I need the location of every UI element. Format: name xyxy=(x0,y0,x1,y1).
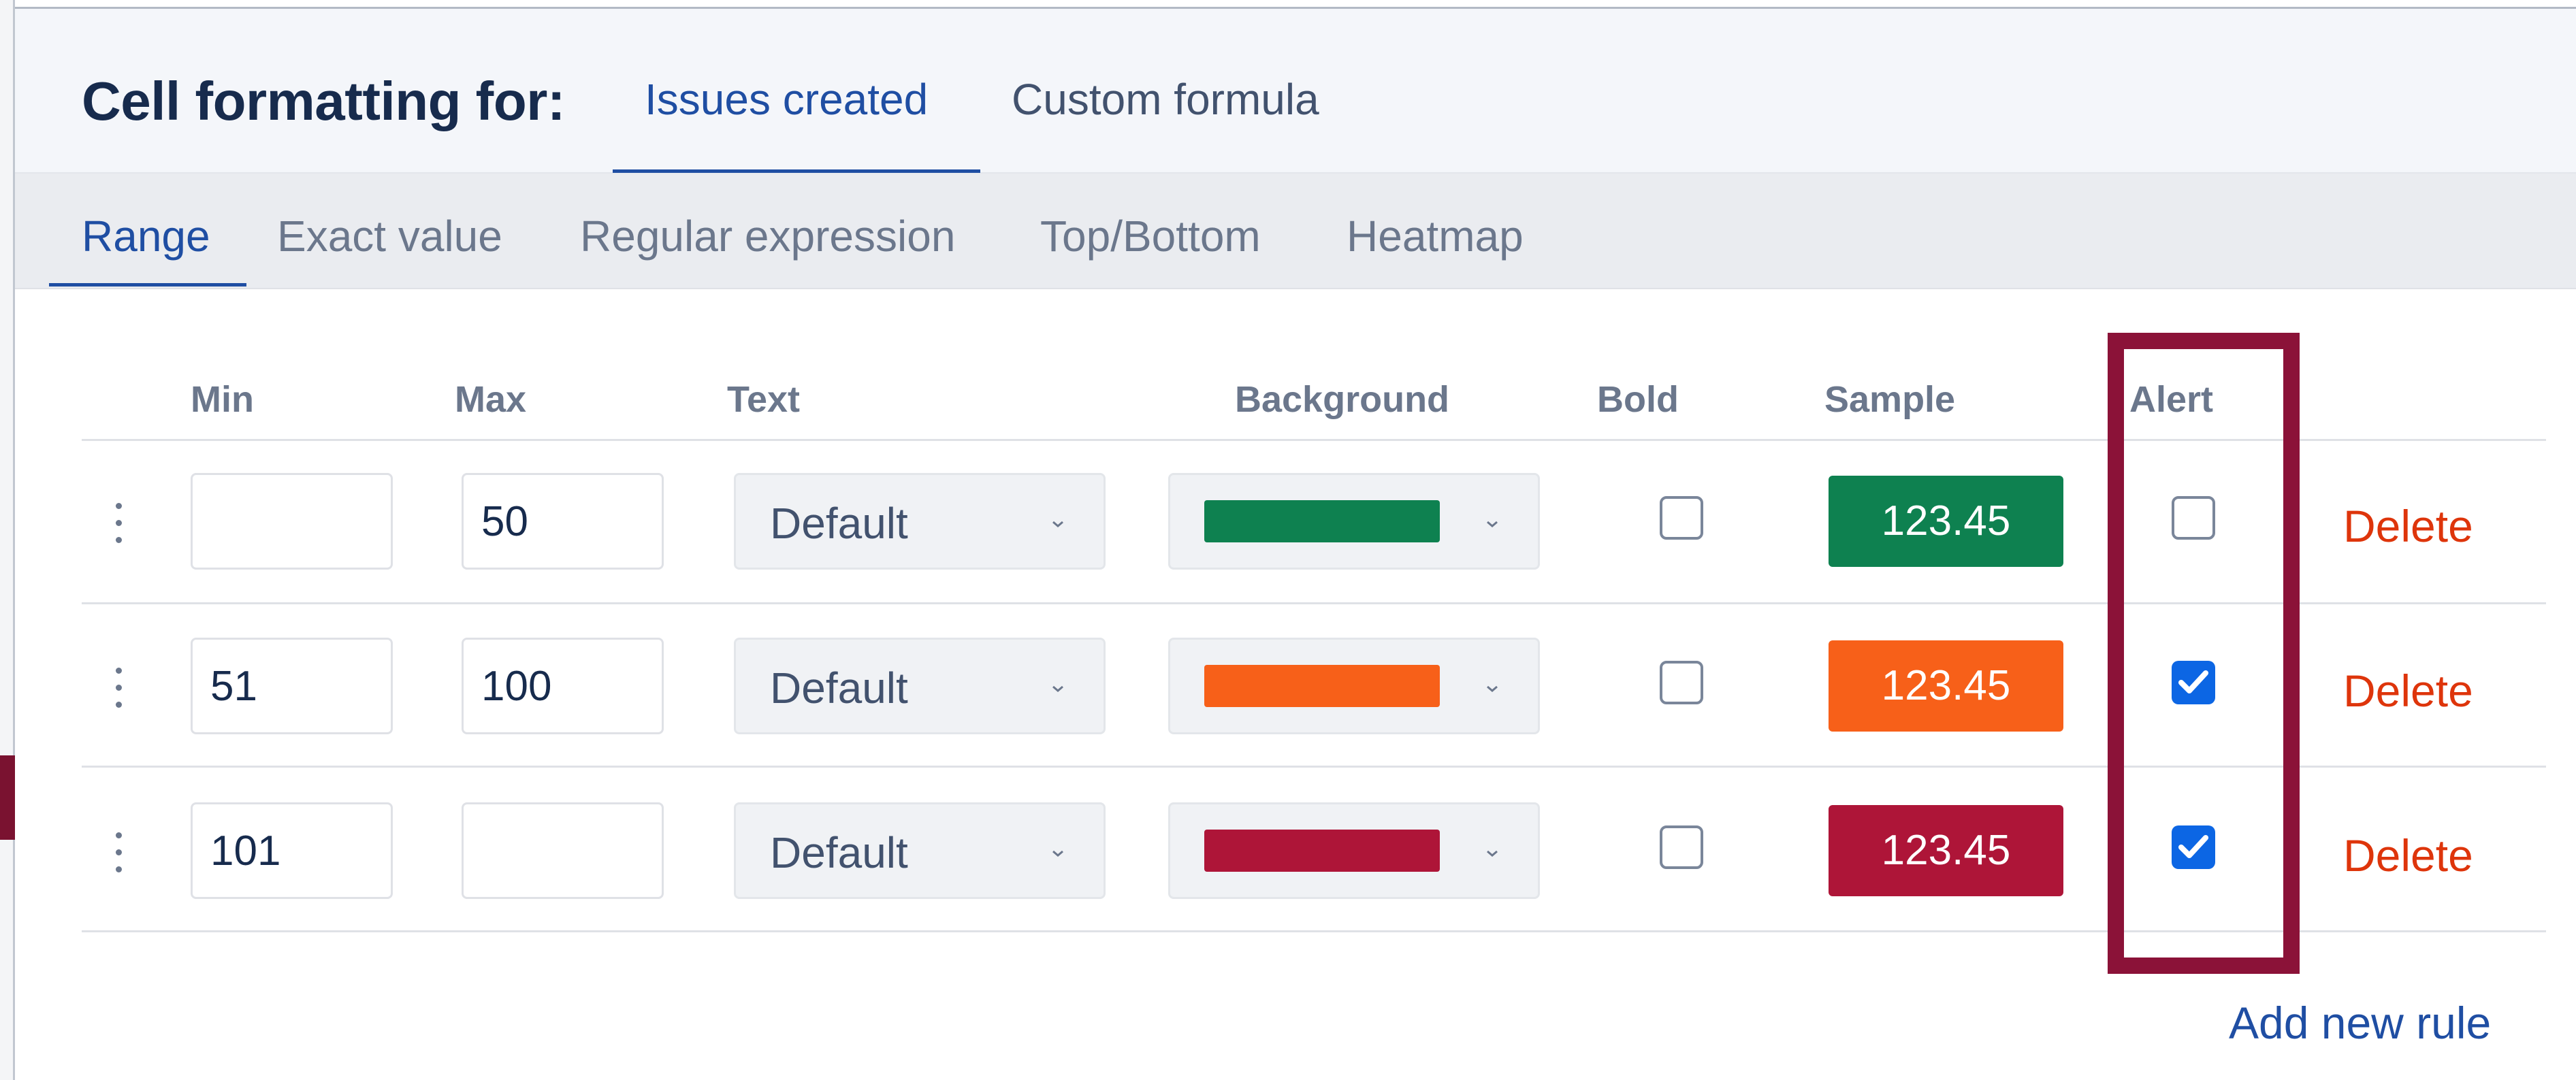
bold-checkbox[interactable] xyxy=(1660,661,1703,704)
text-color-value: Default xyxy=(770,828,908,877)
delete-rule-link[interactable]: Delete xyxy=(2343,665,2473,717)
sample-preview: 123.45 xyxy=(1829,640,2063,732)
column-header-max: Max xyxy=(455,379,527,420)
drag-handle-icon[interactable] xyxy=(114,832,123,873)
subtab-exact-value[interactable]: Exact value xyxy=(277,211,502,261)
subtab-top-bottom[interactable]: Top/Bottom xyxy=(1040,211,1261,261)
active-tab-underline xyxy=(613,169,980,173)
chevron-down-icon xyxy=(1051,847,1065,860)
text-color-select[interactable]: Default xyxy=(734,802,1106,899)
alert-column-highlight xyxy=(2108,333,2300,974)
text-color-value: Default xyxy=(770,499,908,548)
drag-handle-icon[interactable] xyxy=(114,503,123,544)
active-subtab-underline xyxy=(49,283,246,287)
subtab-regular-expression[interactable]: Regular expression xyxy=(580,211,955,261)
background-page-edge xyxy=(0,0,15,1080)
delete-rule-link[interactable]: Delete xyxy=(2343,500,2473,552)
column-header-text: Text xyxy=(727,379,801,420)
sample-preview: 123.45 xyxy=(1829,805,2063,896)
drag-handle-icon[interactable] xyxy=(114,668,123,708)
bold-checkbox[interactable] xyxy=(1660,496,1703,540)
dialog-header: Cell formatting for: Issues created Cust… xyxy=(15,9,2576,174)
background-color-select[interactable] xyxy=(1168,638,1540,734)
background-color-swatch xyxy=(1204,500,1440,542)
sample-preview: 123.45 xyxy=(1829,476,2063,567)
max-input[interactable] xyxy=(462,638,664,734)
add-new-rule-link[interactable]: Add new rule xyxy=(2229,997,2491,1049)
rule-type-tabs: Range Exact value Regular expression Top… xyxy=(15,174,2576,289)
text-color-value: Default xyxy=(770,664,908,713)
column-header-min: Min xyxy=(191,379,254,420)
column-header-bold: Bold xyxy=(1597,379,1679,420)
column-header-sample: Sample xyxy=(1824,379,1956,420)
chevron-down-icon xyxy=(1485,517,1499,531)
tab-issues-created[interactable]: Issues created xyxy=(645,74,928,125)
dialog-title: Cell formatting for: xyxy=(82,71,565,131)
subtab-range[interactable]: Range xyxy=(82,211,210,261)
chevron-down-icon xyxy=(1051,517,1065,531)
max-input[interactable] xyxy=(462,473,664,570)
text-color-select[interactable]: Default xyxy=(734,638,1106,734)
min-input[interactable] xyxy=(191,638,393,734)
cell-formatting-dialog: Cell formatting for: Issues created Cust… xyxy=(15,7,2576,1080)
column-header-background: Background xyxy=(1235,379,1450,420)
background-color-swatch xyxy=(1204,830,1440,872)
background-accent xyxy=(0,755,15,840)
delete-rule-link[interactable]: Delete xyxy=(2343,830,2473,881)
background-color-swatch xyxy=(1204,665,1440,707)
max-input[interactable] xyxy=(462,802,664,899)
chevron-down-icon xyxy=(1485,847,1499,860)
min-input[interactable] xyxy=(191,473,393,570)
background-color-select[interactable] xyxy=(1168,802,1540,899)
text-color-select[interactable]: Default xyxy=(734,473,1106,570)
chevron-down-icon xyxy=(1485,682,1499,696)
tab-custom-formula[interactable]: Custom formula xyxy=(1012,74,1319,125)
chevron-down-icon xyxy=(1051,682,1065,696)
background-color-select[interactable] xyxy=(1168,473,1540,570)
min-input[interactable] xyxy=(191,802,393,899)
subtab-heatmap[interactable]: Heatmap xyxy=(1347,211,1524,261)
bold-checkbox[interactable] xyxy=(1660,825,1703,869)
